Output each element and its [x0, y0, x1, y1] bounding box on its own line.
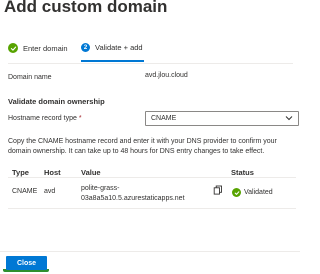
- steps-divider: [8, 63, 293, 64]
- add-custom-domain-panel: Add custom domain Enter domain 2 Validat…: [0, 0, 300, 274]
- close-button[interactable]: Close: [6, 256, 47, 270]
- step-validate-add-label: Validate + add: [95, 43, 143, 52]
- check-circle-icon: [8, 43, 18, 53]
- column-header-status: Status: [231, 168, 254, 177]
- status-text: Validated: [244, 189, 273, 196]
- table-header-divider: [8, 177, 296, 178]
- success-check-icon: [232, 188, 241, 197]
- column-header-host: Host: [44, 168, 61, 177]
- chevron-down-icon: [285, 115, 293, 123]
- active-step-indicator: [81, 60, 144, 62]
- validate-ownership-heading: Validate domain ownership: [8, 97, 105, 106]
- step-enter-domain-label: Enter domain: [23, 43, 68, 53]
- hostname-record-type-select[interactable]: CNAME: [145, 111, 299, 126]
- record-status-cell: Validated: [232, 188, 273, 197]
- wizard-steps: Enter domain 2 Validate + add: [8, 43, 293, 65]
- step-enter-domain[interactable]: Enter domain: [8, 43, 68, 53]
- column-header-type: Type: [12, 168, 29, 177]
- hostname-record-type-value: CNAME: [151, 115, 177, 122]
- record-value-line-2: 03a8a5a10.5.azurestaticapps.net: [81, 195, 185, 202]
- cname-instructions: Copy the CNAME hostname record and enter…: [8, 138, 277, 155]
- domain-name-label: Domain name: [8, 74, 52, 81]
- hostname-record-type-label-text: Hostname record type: [8, 115, 77, 122]
- copy-icon[interactable]: [213, 182, 223, 195]
- column-header-value: Value: [81, 168, 101, 177]
- record-type-cell: CNAME: [12, 188, 38, 195]
- table-row-divider: [8, 208, 296, 209]
- footer-divider: [0, 251, 300, 252]
- record-value-cell: polite-grass- 03a8a5a10.5.azurestaticapp…: [81, 184, 185, 204]
- hostname-record-type-label: Hostname record type *: [8, 115, 82, 122]
- step-validate-add[interactable]: 2 Validate + add: [81, 43, 143, 52]
- panel-title: Add custom domain: [4, 0, 168, 16]
- domain-name-value: avd.jlou.cloud: [145, 72, 188, 79]
- record-value-line-1: polite-grass-: [81, 185, 120, 192]
- record-host-cell: avd: [44, 188, 56, 195]
- step-number-badge: 2: [81, 43, 90, 52]
- required-marker: *: [78, 115, 82, 122]
